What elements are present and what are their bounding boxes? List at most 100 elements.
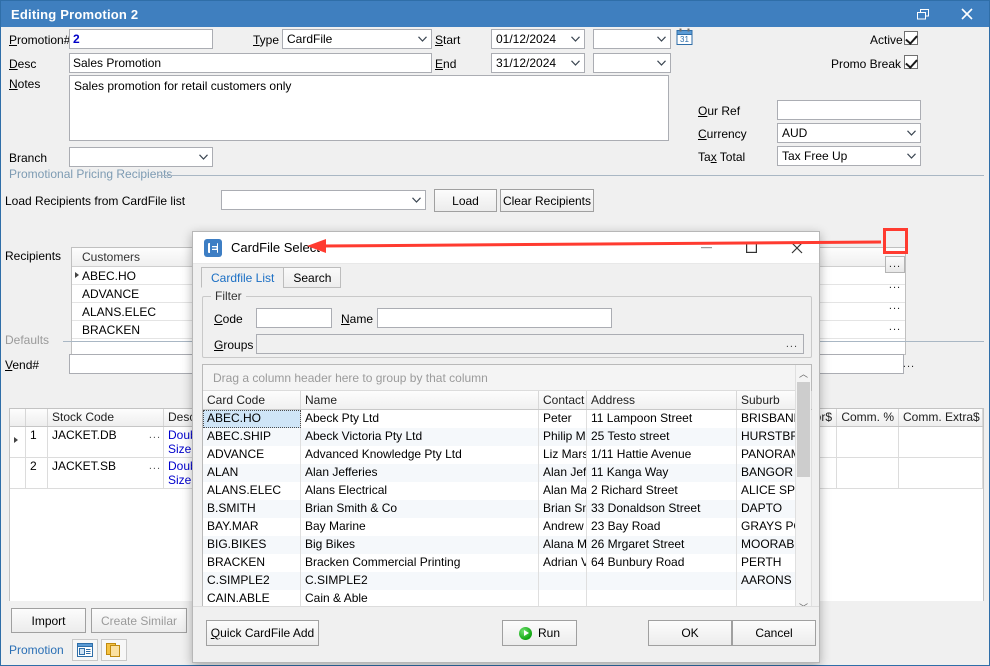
- promo-break-checkbox[interactable]: [904, 55, 918, 69]
- promotion-number-input[interactable]: 2: [69, 29, 213, 49]
- branch-combo[interactable]: [69, 147, 213, 167]
- vend-ellipsis-button[interactable]: ...: [899, 356, 919, 373]
- table-row[interactable]: BRACKEN Bracken Commercial Printing Adri…: [203, 554, 812, 572]
- chevron-down-icon: [907, 147, 916, 165]
- col-address[interactable]: Address: [587, 391, 737, 409]
- table-row[interactable]: ADVANCE Advanced Knowledge Pty Ltd Liz M…: [203, 446, 812, 464]
- start-date-combo[interactable]: 01/12/2024: [491, 29, 585, 49]
- row-indicator-icon: [14, 437, 18, 443]
- close-icon[interactable]: [774, 232, 819, 263]
- cell-address: [587, 572, 737, 590]
- type-combo[interactable]: CardFile: [282, 29, 432, 49]
- table-row[interactable]: BIG.BIKES Big Bikes Alana M 26 Mrgaret S…: [203, 536, 812, 554]
- cardfile-grid-vscrollbar[interactable]: ︿ ﹀: [795, 365, 811, 615]
- cell-address: 26 Mrgaret Street: [587, 536, 737, 554]
- cell-comm-extra[interactable]: [899, 427, 983, 457]
- table-row[interactable]: ABEC.HO Abeck Pty Ltd Peter 11 Lampoon S…: [203, 410, 812, 428]
- code-input[interactable]: [256, 308, 332, 328]
- col-comm-extra[interactable]: Comm. Extra$: [899, 409, 983, 426]
- desc-input[interactable]: Sales Promotion: [69, 53, 432, 73]
- cell-comm-extra[interactable]: [899, 458, 983, 488]
- recipients-ellipsis-button[interactable]: ...: [885, 298, 905, 315]
- groups-input[interactable]: ...: [256, 334, 804, 354]
- cardfile-list-combo[interactable]: [221, 190, 426, 210]
- notes-textarea[interactable]: Sales promotion for retail customers onl…: [69, 75, 669, 141]
- cardfile-grid[interactable]: Drag a column header here to group by th…: [202, 364, 812, 616]
- promo-break-label: Promo Break: [831, 57, 902, 71]
- quick-add-label: Quick CardFile Add: [210, 626, 315, 640]
- stock-code-text: JACKET.DB: [52, 428, 117, 442]
- vend-label: Vend#: [5, 358, 40, 372]
- recipients-ellipsis-button[interactable]: ...: [885, 277, 905, 294]
- table-row[interactable]: ALANS.ELEC Alans Electrical Alan Mar 2 R…: [203, 482, 812, 500]
- cell-name: Big Bikes: [301, 536, 539, 554]
- cell-comm-pct[interactable]: [837, 427, 899, 457]
- cell-contact: Brian Sm: [539, 500, 587, 518]
- create-similar-button[interactable]: Create Similar: [91, 608, 187, 633]
- recipients-group-title: Promotional Pricing Recipients: [9, 167, 178, 181]
- col-comm-pct[interactable]: Comm. %: [837, 409, 899, 426]
- copy-pages-icon[interactable]: [100, 639, 127, 661]
- cell-comm-pct[interactable]: [837, 458, 899, 488]
- end-extra-combo[interactable]: [593, 53, 671, 73]
- minimize-icon[interactable]: [684, 232, 729, 263]
- scroll-up-icon[interactable]: ︿: [796, 365, 811, 381]
- import-button[interactable]: Import: [11, 608, 86, 633]
- active-checkbox[interactable]: [904, 31, 918, 45]
- table-row[interactable]: B.SMITH Brian Smith & Co Brian Sm 33 Don…: [203, 500, 812, 518]
- chevron-down-icon: [418, 30, 427, 48]
- tab-promotion[interactable]: Promotion: [7, 641, 72, 661]
- stock-code-ellipsis-icon[interactable]: ...: [149, 460, 161, 472]
- start-extra-combo[interactable]: [593, 29, 671, 49]
- end-date-combo[interactable]: 31/12/2024: [491, 53, 585, 73]
- cell-stock-code[interactable]: JACKET.SB...: [48, 458, 164, 488]
- group-by-dropzone[interactable]: Drag a column header here to group by th…: [203, 365, 811, 391]
- run-play-icon: [518, 626, 532, 640]
- cell-name: Alans Electrical: [301, 482, 539, 500]
- recipients-ellipsis-button[interactable]: ...: [885, 256, 905, 273]
- cell-stock-code[interactable]: JACKET.DB...: [48, 427, 164, 457]
- table-row[interactable]: C.SIMPLE2 C.SIMPLE2 AARONS P: [203, 572, 812, 590]
- dialog-footer: Quick CardFile Add Run OK Cancel: [193, 606, 819, 662]
- run-button[interactable]: Run: [502, 620, 577, 646]
- recipients-ellipsis-button[interactable]: ...: [885, 319, 905, 336]
- notes-label: Notes: [9, 77, 41, 91]
- currency-combo[interactable]: AUD: [777, 123, 921, 143]
- cell-contact: Andrew: [539, 518, 587, 536]
- table-row[interactable]: BAY.MAR Bay Marine Andrew 23 Bay Road GR…: [203, 518, 812, 536]
- maximize-icon[interactable]: [729, 232, 774, 263]
- chevron-down-icon: [657, 30, 666, 48]
- load-button[interactable]: Load: [434, 189, 497, 212]
- dialog-tabs: Cardfile List Search: [201, 267, 342, 288]
- chevron-down-icon: [571, 54, 580, 72]
- defaults-group-title: Defaults: [5, 333, 55, 347]
- clear-recipients-button[interactable]: Clear Recipients: [500, 189, 594, 212]
- quick-cardfile-add-button[interactable]: Quick CardFile Add: [206, 620, 319, 646]
- recipients-row-value: BRACKEN: [82, 323, 141, 337]
- tax-total-combo[interactable]: Tax Free Up: [777, 146, 921, 166]
- row-number: 1: [26, 427, 48, 457]
- col-stock-code[interactable]: Stock Code: [48, 409, 164, 426]
- col-contact[interactable]: Contact: [539, 391, 587, 409]
- cancel-button[interactable]: Cancel: [732, 620, 816, 646]
- col-card-code[interactable]: Card Code: [203, 391, 301, 409]
- cell-name: Bracken Commercial Printing: [301, 554, 539, 572]
- table-row[interactable]: ALAN Alan Jefferies Alan Jef 11 Kanga Wa…: [203, 464, 812, 482]
- name-input[interactable]: [377, 308, 612, 328]
- tab-cardfile-list[interactable]: Cardfile List: [201, 267, 285, 288]
- col-name[interactable]: Name: [301, 391, 539, 409]
- stock-code-ellipsis-icon[interactable]: ...: [149, 429, 161, 441]
- our-ref-input[interactable]: [777, 100, 921, 120]
- tab-search[interactable]: Search: [283, 267, 342, 288]
- groups-ellipsis-icon[interactable]: ...: [786, 336, 798, 353]
- ok-button[interactable]: OK: [648, 620, 732, 646]
- chevron-down-icon: [199, 148, 208, 166]
- restore-icon[interactable]: [901, 1, 945, 27]
- cardfile-select-dialog: CardFile Select Cardfile List Search Fil…: [192, 231, 820, 663]
- table-row[interactable]: ABEC.SHIP Abeck Victoria Pty Ltd Philip …: [203, 428, 812, 446]
- currency-value: AUD: [782, 126, 808, 140]
- close-icon[interactable]: [945, 1, 989, 27]
- form-view-icon[interactable]: [71, 639, 98, 661]
- calendar-icon[interactable]: 31: [676, 28, 694, 47]
- scroll-thumb[interactable]: [797, 382, 810, 477]
